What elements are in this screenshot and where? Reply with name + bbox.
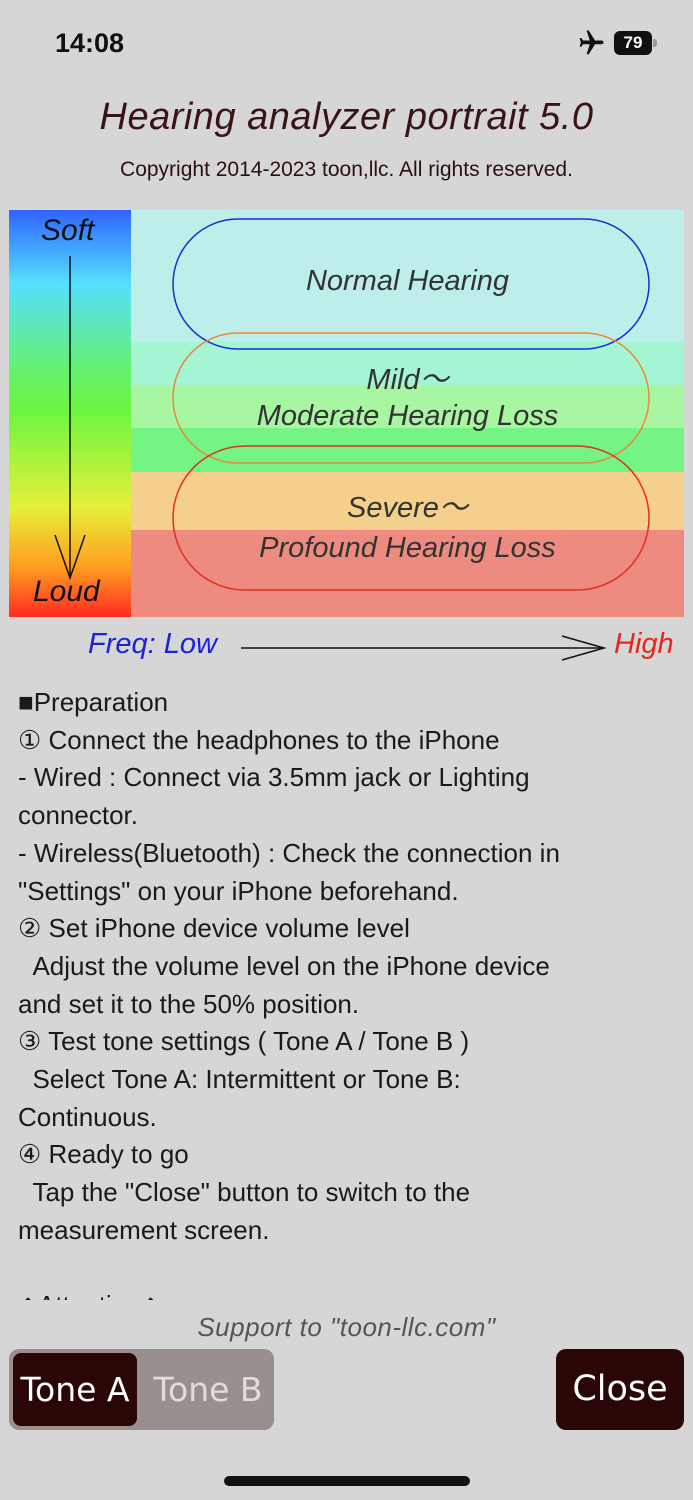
battery-icon: 79 [614,31,658,55]
battery-level: 79 [614,31,652,55]
instruction-line [18,1250,678,1288]
instruction-line: ① Connect the headphones to the iPhone [18,724,500,755]
instruction-line: ④ Ready to go [18,1139,189,1170]
mild-label: Mild～ [366,364,449,396]
airplane-icon [579,30,604,55]
instruction-line: ③ Test tone settings ( Tone A / Tone B ) [18,1026,470,1057]
instruction-line: ◆Attention◆ [18,1287,678,1300]
frequency-axis: Freq: Low High [0,628,693,668]
instruction-line: Adjust the volume level on the iPhone de… [18,950,550,981]
profound-hearing-loss-label: Profound Hearing Loss [259,532,556,564]
instruction-line: measurement screen. [18,1214,270,1245]
freq-high-label: High [614,628,674,660]
home-indicator[interactable] [224,1476,470,1486]
instruction-line: "Settings" on your iPhone beforehand. [18,875,459,906]
instruction-line: connector. [18,800,138,831]
frequency-arrow [241,635,607,661]
hearing-chart: Soft Loud Normal Hearing Mild～ Moderate … [9,210,684,617]
tone-segmented-control[interactable]: Tone A Tone B [9,1349,274,1430]
instructions-scroll-area[interactable]: ■Preparation ① Connect the headphones to… [18,684,678,1300]
normal-hearing-label: Normal Hearing [305,265,510,297]
severe-label: Severe～ [347,492,468,524]
instruction-line: Select Tone A: Intermittent or Tone B: [18,1064,461,1095]
moderate-hearing-loss-label: Moderate Hearing Loss [256,400,559,432]
status-bar: 14:08 79 [0,0,693,90]
instruction-line: - Wired : Connect via 3.5mm jack or Ligh… [18,762,530,793]
instruction-line: Tap the "Close" button to switch to the [18,1177,471,1208]
app-title: Hearing analyzer portrait 5.0 [99,96,594,138]
tone-a-button[interactable]: Tone A [13,1353,137,1426]
support-link[interactable]: Support to "toon-llc.com" [0,1312,693,1343]
instruction-line: ② Set iPhone device volume level [18,913,410,944]
instruction-line: and set it to the 50% position. [18,988,360,1019]
instruction-line: ■Preparation [18,687,169,717]
loudness-loud-label: Loud [33,575,100,608]
instruction-line: Continuous. [18,1101,157,1132]
mild-moderate-zone [172,332,650,464]
copyright-text: Copyright 2014-2023 toon,llc. All rights… [120,158,573,181]
loudness-soft-label: Soft [41,214,95,247]
tone-b-button[interactable]: Tone B [146,1353,270,1426]
close-button[interactable]: Close [556,1349,684,1430]
status-time: 14:08 [55,28,125,58]
instruction-line: - Wireless(Bluetooth) : Check the connec… [18,837,560,868]
